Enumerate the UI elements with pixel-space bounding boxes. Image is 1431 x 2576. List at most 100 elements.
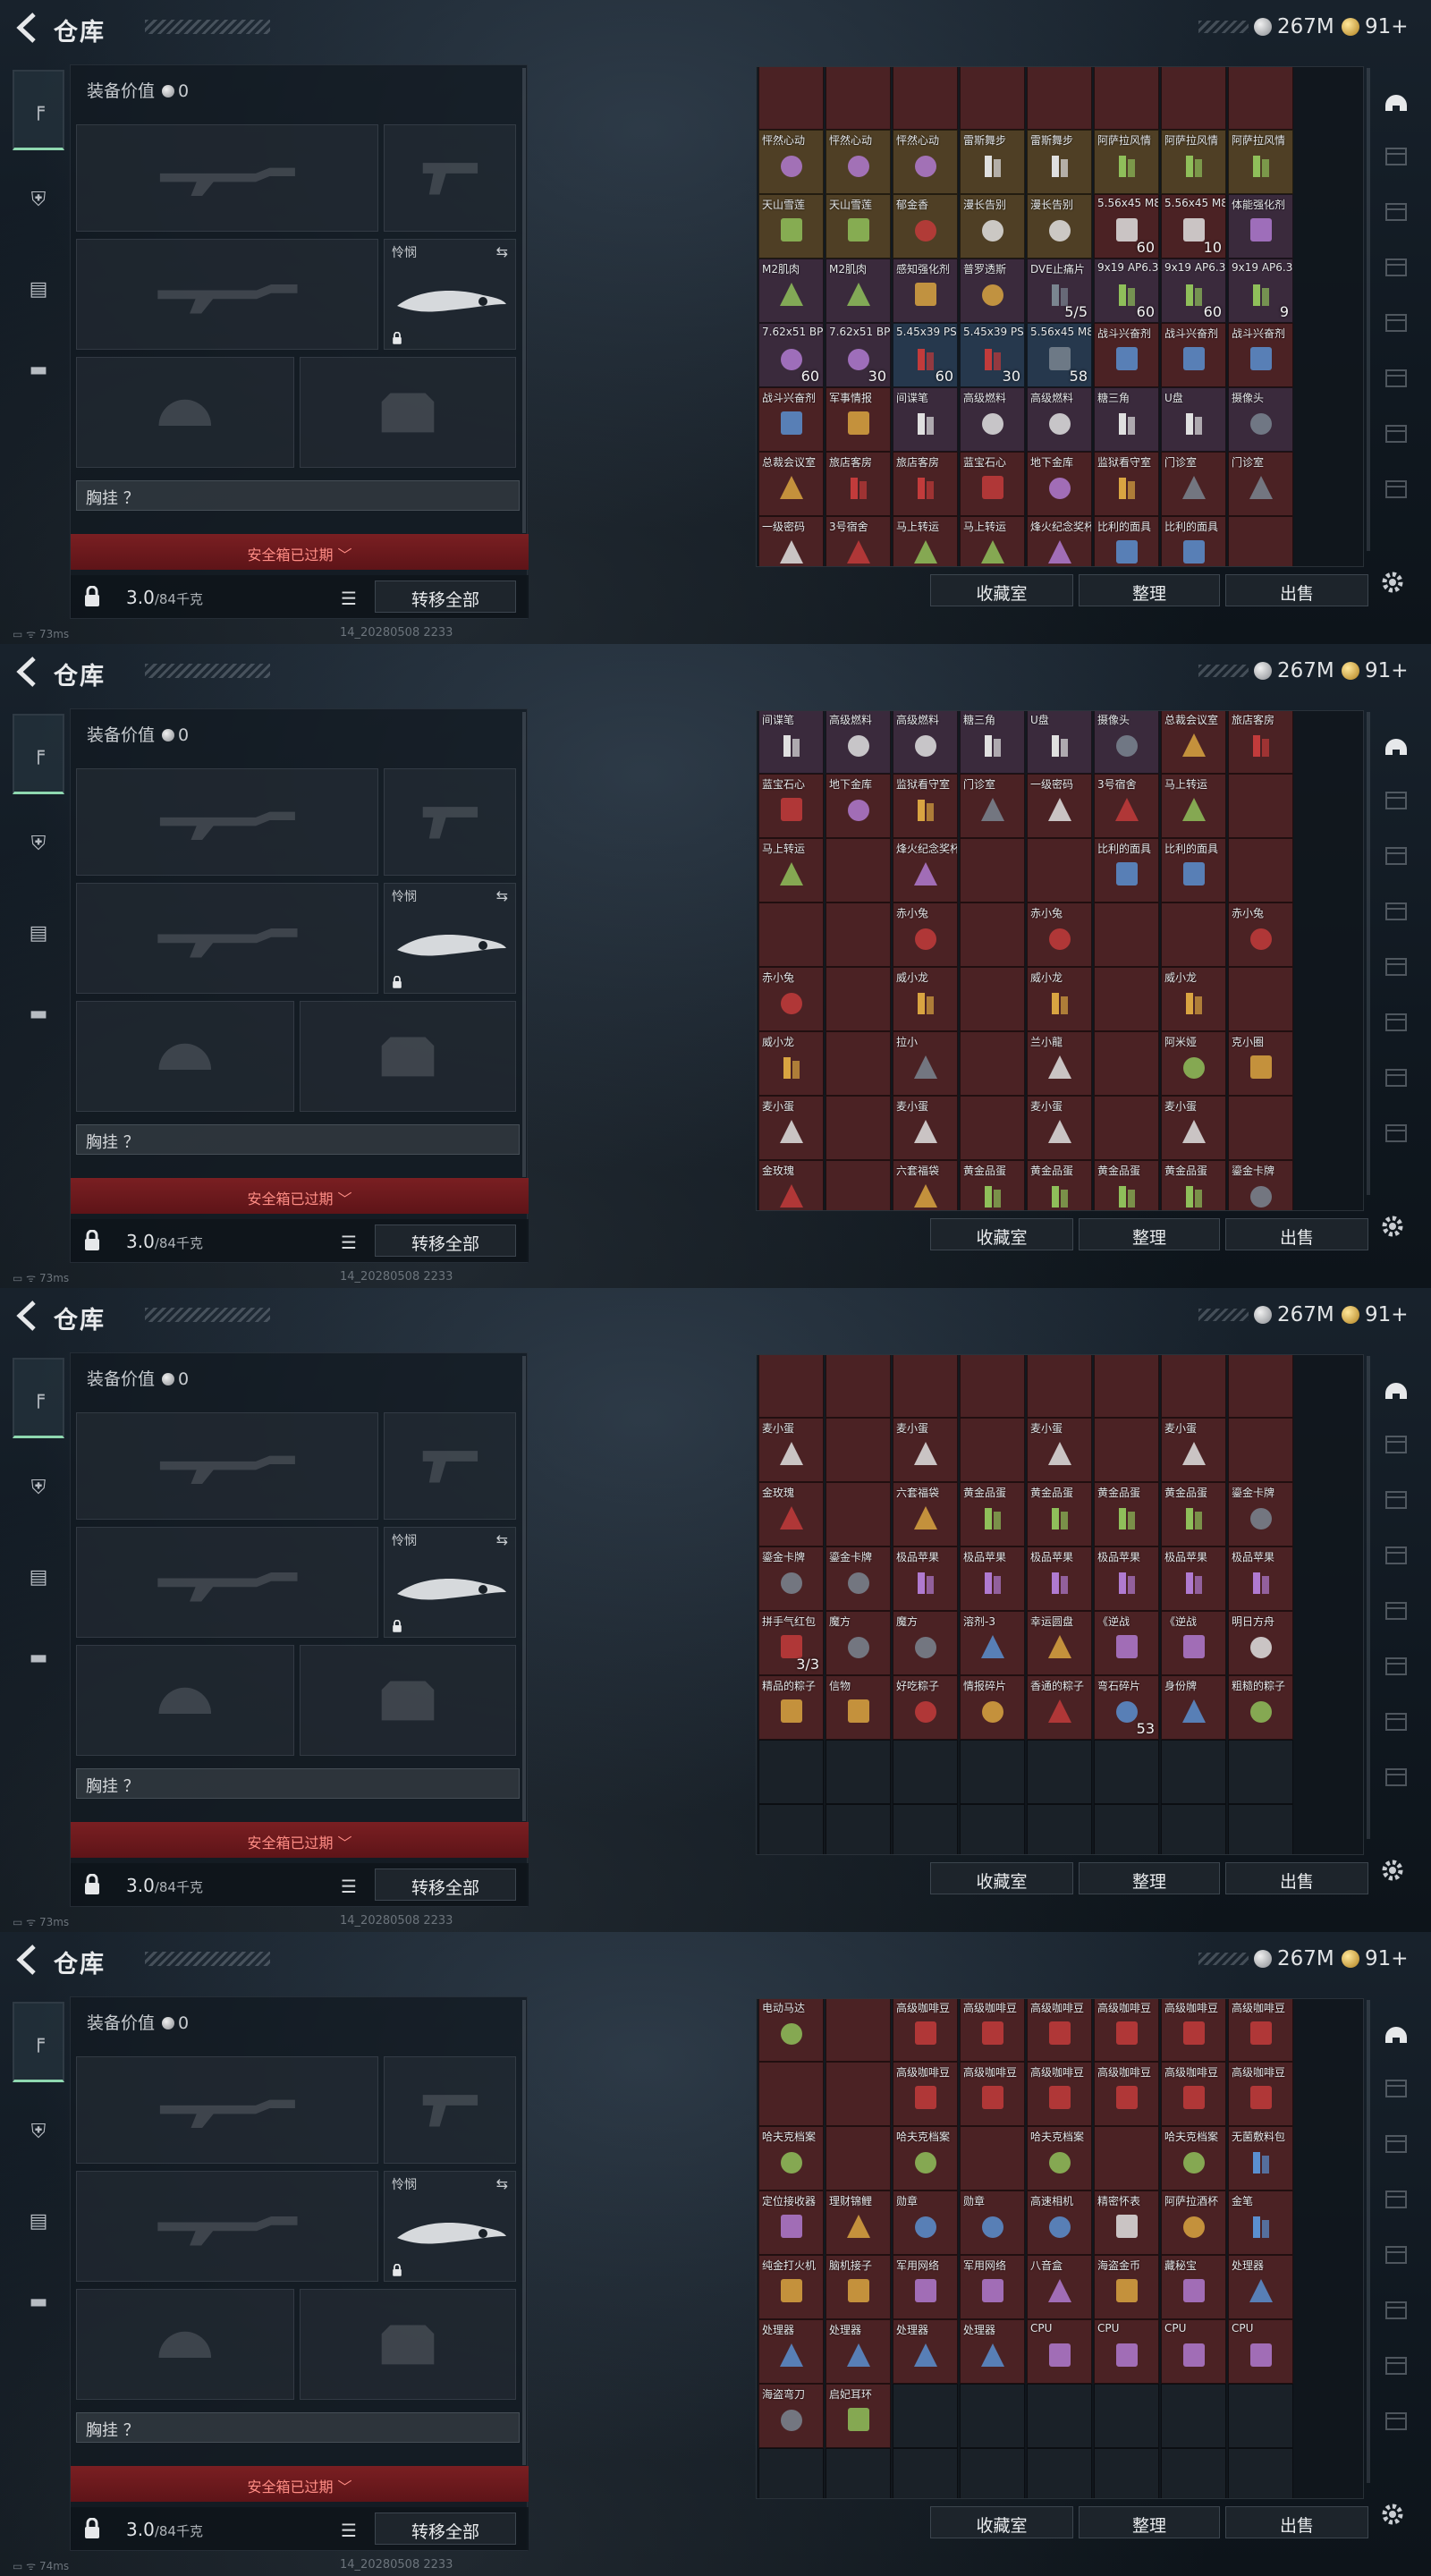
stash-item[interactable]: 金玫瑰 bbox=[758, 1482, 824, 1546]
stash-item[interactable] bbox=[1161, 67, 1226, 130]
tab-weapons[interactable]: ╒ bbox=[13, 1358, 64, 1438]
stash-item[interactable] bbox=[826, 1160, 891, 1210]
stash-item[interactable]: 战斗兴奋剂 bbox=[758, 387, 824, 452]
stash-item[interactable]: 郁金香 bbox=[893, 194, 958, 258]
stash-item[interactable] bbox=[1228, 67, 1293, 130]
stash-item[interactable]: 黄金品蛋 bbox=[960, 1482, 1025, 1546]
melee-slot[interactable]: 怜悯 ⇆ bbox=[384, 2171, 516, 2282]
stash-item[interactable]: 怦然心动 bbox=[758, 130, 824, 194]
list-icon[interactable]: ☰ bbox=[341, 1876, 357, 1897]
stash-item[interactable] bbox=[960, 1418, 1025, 1482]
stash-item[interactable]: 无菌敷料包 bbox=[1228, 2126, 1293, 2190]
helmet-icon[interactable] bbox=[1381, 86, 1411, 116]
swap-icon[interactable]: ⇆ bbox=[496, 243, 508, 260]
stash-item[interactable] bbox=[1027, 1355, 1092, 1418]
stash-item[interactable] bbox=[960, 1355, 1025, 1418]
box-icon[interactable] bbox=[1381, 363, 1411, 394]
stash-item[interactable]: 威小龙 bbox=[893, 967, 958, 1031]
box-icon[interactable] bbox=[1381, 2184, 1411, 2215]
stash-item[interactable] bbox=[1228, 774, 1293, 838]
stash-item[interactable]: 明日方舟 bbox=[1228, 1611, 1293, 1675]
tab-bag[interactable]: ▬ bbox=[13, 973, 64, 1054]
stash-item[interactable]: 麦小蛋 bbox=[758, 1418, 824, 1482]
stash-item[interactable] bbox=[1027, 838, 1092, 902]
stash-item[interactable]: 鎏金卡牌 bbox=[1228, 1482, 1293, 1546]
stash-item[interactable]: 赤小兔 bbox=[758, 967, 824, 1031]
back-chevron-icon[interactable] bbox=[13, 13, 39, 43]
stash-item[interactable] bbox=[960, 902, 1025, 967]
stash-item[interactable] bbox=[960, 2126, 1025, 2190]
stash-item[interactable]: 《逆战 bbox=[1161, 1611, 1226, 1675]
stash-item[interactable] bbox=[1228, 1096, 1293, 1160]
box-icon[interactable] bbox=[1381, 1485, 1411, 1515]
secondary-weapon-slot[interactable] bbox=[76, 2171, 378, 2282]
stash-item[interactable] bbox=[758, 1355, 824, 1418]
helmet-icon[interactable] bbox=[1381, 730, 1411, 760]
sort-button[interactable]: 整理 bbox=[1079, 2506, 1220, 2538]
helmet-icon[interactable] bbox=[1381, 1374, 1411, 1404]
stash-item[interactable]: 糖三角 bbox=[960, 711, 1025, 774]
grid-icon[interactable] bbox=[1381, 141, 1411, 172]
grid-icon[interactable] bbox=[1381, 2073, 1411, 2104]
stash-item[interactable]: 9x19 AP6.3 9 bbox=[1228, 258, 1293, 323]
tab-rig[interactable]: ▤ bbox=[13, 1537, 64, 1617]
stash-item[interactable]: 蓝宝石心 bbox=[960, 452, 1025, 516]
list-icon[interactable]: ☰ bbox=[341, 2520, 357, 2541]
stash-item[interactable] bbox=[826, 1482, 891, 1546]
stash-item[interactable]: 金玫瑰 bbox=[758, 1160, 824, 1210]
stash-item[interactable]: 威小龙 bbox=[758, 1031, 824, 1096]
stash-item[interactable]: 高级咖啡豆 bbox=[1228, 2062, 1293, 2126]
stash-item[interactable]: 摄像头 bbox=[1094, 711, 1159, 774]
transfer-all-button[interactable]: 转移全部 bbox=[375, 2512, 516, 2545]
armor-slot[interactable] bbox=[300, 1645, 516, 1756]
stash-item[interactable]: 幸运圆盘 bbox=[1027, 1611, 1092, 1675]
stash-item[interactable]: 战斗兴奋剂 bbox=[1228, 323, 1293, 387]
stash-item[interactable]: 定位接收器 bbox=[758, 2190, 824, 2255]
stash-item[interactable]: 间谍笔 bbox=[893, 387, 958, 452]
stash-item[interactable]: 阿萨拉风情 bbox=[1161, 130, 1226, 194]
stash-item[interactable] bbox=[1094, 1031, 1159, 1096]
stash-item[interactable]: 战斗兴奋剂 bbox=[1161, 323, 1226, 387]
stash-item[interactable]: 高级咖啡豆 bbox=[1161, 1999, 1226, 2062]
stash-item[interactable] bbox=[826, 1096, 891, 1160]
stash-item[interactable] bbox=[826, 67, 891, 130]
tab-weapons[interactable]: ╒ bbox=[13, 70, 64, 150]
stash-item[interactable]: 高速相机 bbox=[1027, 2190, 1092, 2255]
tab-weapons[interactable]: ╒ bbox=[13, 714, 64, 794]
tab-bag[interactable]: ▬ bbox=[13, 329, 64, 410]
primary-weapon-slot[interactable] bbox=[76, 124, 378, 232]
stash-scrollbar[interactable] bbox=[1367, 68, 1370, 551]
safebox-expired-bar[interactable]: 安全箱已过期 ﹀ bbox=[71, 534, 529, 570]
collection-button[interactable]: 收藏室 bbox=[930, 1218, 1073, 1250]
stash-item[interactable]: 阿萨拉风情 bbox=[1228, 130, 1293, 194]
stash-item[interactable]: 精品的粽子 bbox=[758, 1675, 824, 1740]
stash-scrollbar[interactable] bbox=[1367, 1356, 1370, 1839]
tab-rig[interactable]: ▤ bbox=[13, 249, 64, 329]
stash-item[interactable]: 勋章 bbox=[893, 2190, 958, 2255]
stash-item[interactable]: 7.62x51 BPZ 30 bbox=[826, 323, 891, 387]
sidearm-slot[interactable] bbox=[384, 768, 516, 876]
stash-item[interactable] bbox=[1228, 967, 1293, 1031]
stash-item[interactable]: 糖三角 bbox=[1094, 387, 1159, 452]
stash-item[interactable]: 六套福袋 bbox=[893, 1160, 958, 1210]
stash-item[interactable]: 5.56x45 M855A1 10 bbox=[1161, 194, 1226, 258]
stash-item[interactable]: 黄金品蛋 bbox=[960, 1160, 1025, 1210]
stash-item[interactable]: 哈夫克档案 bbox=[1027, 2126, 1092, 2190]
stash-item[interactable]: 烽火纪念奖杯 bbox=[1027, 516, 1092, 566]
stash-item[interactable]: 粗糙的粽子 bbox=[1228, 1675, 1293, 1740]
stash-item[interactable]: 天山雪莲 bbox=[826, 194, 891, 258]
safebox-expired-bar[interactable]: 安全箱已过期 ﹀ bbox=[71, 1178, 529, 1214]
stash-item[interactable]: 极品苹果 bbox=[960, 1546, 1025, 1611]
sidearm-slot[interactable] bbox=[384, 124, 516, 232]
stash-item[interactable]: 监狱看守室 bbox=[893, 774, 958, 838]
swap-icon[interactable]: ⇆ bbox=[496, 887, 508, 904]
stash-item[interactable]: U盘 bbox=[1027, 711, 1092, 774]
equipment-scrollbar[interactable] bbox=[522, 68, 526, 533]
stash-item[interactable]: 普罗透斯 bbox=[960, 258, 1025, 323]
stash-item[interactable]: 高级燃料 bbox=[1027, 387, 1092, 452]
stash-item[interactable]: 摄像头 bbox=[1228, 387, 1293, 452]
stash-item[interactable]: 兰小龍 bbox=[1027, 1031, 1092, 1096]
stash-item[interactable]: 黄金品蛋 bbox=[1094, 1160, 1159, 1210]
gold-currency[interactable]: 91+ bbox=[1342, 1302, 1409, 1327]
box-icon[interactable] bbox=[1381, 2295, 1411, 2326]
